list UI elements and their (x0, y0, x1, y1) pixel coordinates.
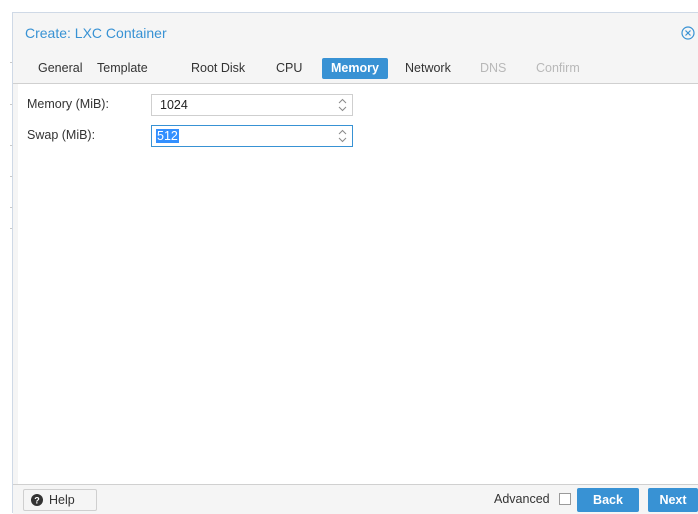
tab-cpu[interactable]: CPU (267, 58, 311, 79)
create-lxc-dialog: Create: LXC Container General Template R… (12, 12, 698, 514)
spinner-arrows-icon[interactable] (338, 98, 347, 112)
swap-label: Swap (MiB): (27, 128, 96, 142)
tab-dns: DNS (480, 61, 507, 75)
tab-network[interactable]: Network (396, 58, 460, 79)
advanced-label: Advanced (494, 492, 550, 506)
help-button[interactable]: ? Help (23, 489, 97, 511)
background-left-strip (0, 0, 12, 513)
memory-form: Memory (MiB): 1024 Swap (MiB): 512 (13, 84, 698, 484)
tab-general[interactable]: General (29, 58, 91, 79)
wizard-tab-bar: General Template Root Disk CPU Memory Ne… (13, 54, 698, 84)
help-label: Help (49, 493, 75, 507)
question-circle-icon: ? (31, 494, 43, 506)
dialog-title: Create: LXC Container (25, 25, 167, 41)
memory-label: Memory (MiB): (27, 97, 109, 111)
advanced-checkbox[interactable] (559, 493, 571, 505)
dialog-title-bar[interactable]: Create: LXC Container (13, 13, 698, 54)
tab-root-disk[interactable]: Root Disk (182, 58, 254, 79)
tab-memory[interactable]: Memory (322, 58, 388, 79)
close-icon[interactable] (681, 26, 695, 40)
dialog-footer: ? Help Advanced Back Next (13, 484, 698, 514)
swap-value: 512 (156, 129, 179, 143)
memory-input[interactable]: 1024 (151, 94, 353, 116)
swap-input[interactable]: 512 (151, 125, 353, 147)
tab-template[interactable]: Template (88, 58, 157, 79)
spinner-arrows-icon[interactable] (338, 129, 347, 143)
svg-text:?: ? (34, 496, 40, 506)
memory-value: 1024 (160, 98, 188, 112)
tab-confirm: Confirm (536, 61, 580, 75)
back-button[interactable]: Back (577, 488, 639, 512)
next-button[interactable]: Next (648, 488, 698, 512)
